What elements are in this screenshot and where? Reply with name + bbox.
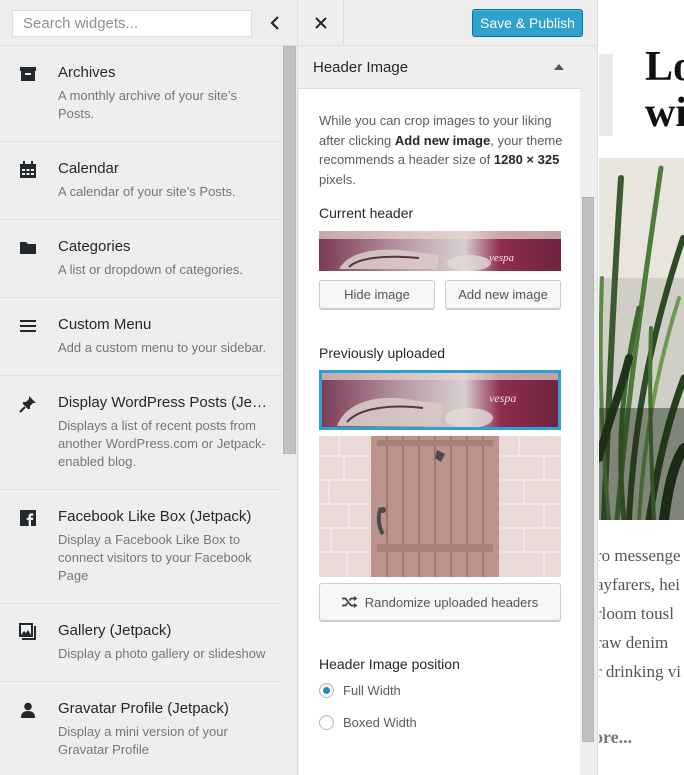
widget-item-gravatar-profile[interactable]: Gravatar Profile (Jetpack) Display a min… [0, 682, 282, 775]
current-header-image: vespa [319, 231, 561, 271]
widget-item-archives[interactable]: Archives A monthly archive of your site’… [0, 46, 282, 142]
pushpin-icon [18, 394, 38, 414]
excerpt-line: ayfarers, hei [599, 575, 681, 594]
help-text-part: pixels. [319, 171, 356, 187]
caret-up-icon [554, 64, 564, 70]
svg-text:vespa: vespa [489, 252, 515, 264]
title-line: Lo [645, 44, 684, 90]
current-header-label: Current header [319, 205, 414, 221]
radio-boxed-width[interactable]: Boxed Width [319, 715, 417, 730]
hide-image-button[interactable]: Hide image [319, 280, 435, 309]
uploaded-header-vespa[interactable]: vespa [319, 370, 561, 430]
help-text-bold: 1280 × 325 [493, 152, 560, 167]
uploaded-header-door[interactable] [319, 436, 561, 577]
preview-read-more-link[interactable]: ore... [599, 727, 632, 748]
folder-icon [18, 238, 38, 258]
archive-icon [18, 64, 38, 84]
widget-title: Gallery (Jetpack) [58, 622, 172, 639]
customizer-scrollbar[interactable] [582, 197, 594, 742]
customizer-header: Save & Publish [298, 0, 597, 46]
preview-header-block [599, 54, 613, 136]
widget-description: Display a mini version of your Gravatar … [58, 724, 228, 757]
close-icon [314, 17, 327, 29]
available-widgets-panel: Archives A monthly archive of your site’… [0, 0, 298, 775]
excerpt-line: rloom tousl [599, 604, 674, 623]
excerpt-line: ro messenge [599, 546, 681, 565]
widget-title: Gravatar Profile (Jetpack) [58, 700, 229, 717]
preview-post-excerpt: ro messenge ayfarers, hei rloom tousl ra… [599, 541, 681, 686]
section-title: Header Image [313, 59, 409, 76]
excerpt-line: raw denim [599, 633, 669, 652]
radio-full-width[interactable]: Full Width [319, 683, 401, 698]
shuffle-icon [341, 596, 358, 608]
customizer-controls: Save & Publish Header Image While you ca… [298, 0, 598, 775]
radio-button[interactable] [319, 715, 334, 730]
calendar-icon [18, 160, 38, 180]
widget-list: Archives A monthly archive of your site’… [0, 46, 282, 775]
widget-title: Categories [58, 238, 131, 255]
widget-item-display-wordpress-posts[interactable]: Display WordPress Posts (Jet... Displays… [0, 376, 282, 490]
gallery-icon [18, 622, 38, 642]
widget-item-facebook-like-box[interactable]: Facebook Like Box (Jetpack) Display a Fa… [0, 490, 282, 604]
widget-description: A calendar of your site’s Posts. [58, 184, 236, 199]
add-new-image-button[interactable]: Add new image [445, 280, 561, 309]
widget-item-custom-menu[interactable]: Custom Menu Add a custom menu to your si… [0, 298, 282, 376]
widget-description: A monthly archive of your site’s Posts. [58, 88, 237, 121]
widget-item-calendar[interactable]: Calendar A calendar of your site’s Posts… [0, 142, 282, 220]
widgets-search-bar [0, 0, 297, 46]
excerpt-line: r drinking vi [599, 662, 681, 681]
save-publish-button[interactable]: Save & Publish [472, 9, 583, 37]
header-image-position-label: Header Image position [319, 656, 460, 672]
site-preview: Lo wi ro messenge ayfarers, hei rloom to… [599, 0, 684, 775]
randomize-uploaded-headers-button[interactable]: Randomize uploaded headers [319, 583, 561, 621]
radio-button-checked[interactable] [319, 683, 334, 698]
radio-label: Full Width [343, 683, 401, 698]
user-icon [18, 700, 38, 720]
widget-item-categories[interactable]: Categories A list or dropdown of categor… [0, 220, 282, 298]
previously-uploaded-label: Previously uploaded [319, 345, 446, 361]
header-image-section-body: While you can crop images to your liking… [299, 89, 580, 775]
title-line: wi [645, 90, 684, 136]
chevron-left-icon [270, 16, 279, 30]
widget-description: A list or dropdown of categories. [58, 262, 243, 277]
back-button[interactable] [252, 0, 297, 46]
widget-title: Archives [58, 64, 116, 81]
widget-description: Displays a list of recent posts from ano… [58, 418, 266, 469]
widget-title: Display WordPress Posts (Jet... [58, 394, 268, 411]
widget-title: Calendar [58, 160, 119, 177]
svg-text:vespa: vespa [489, 391, 516, 405]
facebook-icon [18, 508, 38, 528]
widget-title: Facebook Like Box (Jetpack) [58, 508, 252, 525]
preview-plant-photo [599, 158, 684, 520]
widget-title: Custom Menu [58, 316, 152, 333]
close-button[interactable] [298, 0, 344, 46]
widget-description: Display a Facebook Like Box to connect v… [58, 532, 252, 583]
menu-icon [18, 316, 38, 336]
search-widgets-input[interactable] [12, 10, 252, 37]
randomize-label: Randomize uploaded headers [364, 594, 539, 610]
header-image-section-toggle[interactable]: Header Image [298, 46, 581, 89]
radio-label: Boxed Width [343, 715, 417, 730]
widgets-scrollbar[interactable] [283, 46, 296, 454]
widget-description: Add a custom menu to your sidebar. [58, 340, 267, 355]
help-text-bold: Add new image [394, 132, 491, 148]
header-size-help-text: While you can crop images to your liking… [319, 111, 569, 189]
widget-item-gallery[interactable]: Gallery (Jetpack) Display a photo galler… [0, 604, 282, 682]
preview-post-title: Lo wi [645, 44, 684, 136]
widget-description: Display a photo gallery or slideshow [58, 646, 266, 661]
